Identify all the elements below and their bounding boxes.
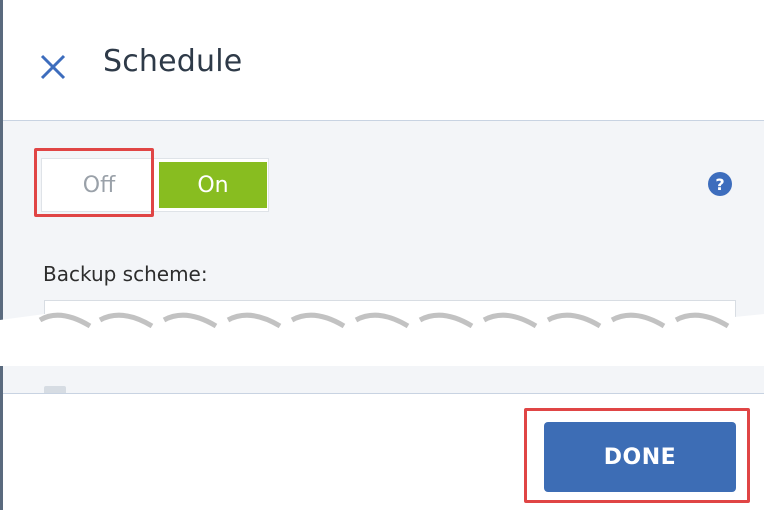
help-icon[interactable]: ? xyxy=(708,172,732,196)
close-icon[interactable] xyxy=(36,50,72,86)
highlight-off-option xyxy=(34,148,154,217)
toggle-on-option[interactable]: On xyxy=(159,162,267,208)
checkbox-partial[interactable] xyxy=(44,386,66,393)
panel-divider xyxy=(3,393,764,394)
backup-scheme-select[interactable] xyxy=(44,300,736,340)
highlight-done-button xyxy=(524,408,750,503)
dialog-title: Schedule xyxy=(103,44,243,79)
backup-scheme-label: Backup scheme: xyxy=(43,262,208,286)
